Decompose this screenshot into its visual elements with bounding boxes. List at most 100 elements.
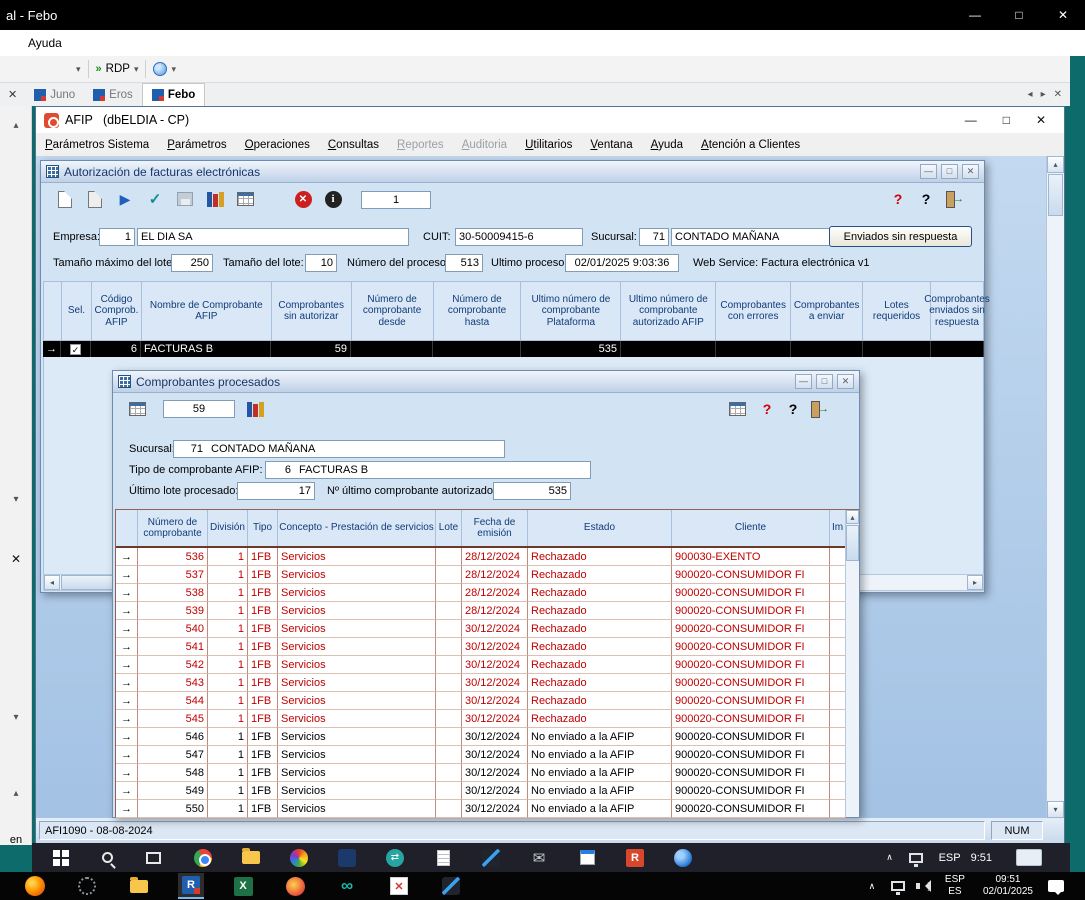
tamano-maximo-field[interactable]: 250 xyxy=(171,254,213,272)
proc-grid-row[interactable]: →55011FBServicios30/12/2024No enviado a … xyxy=(116,800,846,818)
blue-app-icon[interactable] xyxy=(334,845,360,871)
context-help-icon[interactable]: ? xyxy=(755,397,779,421)
proc-grid-row[interactable]: →54611FBServicios30/12/2024No enviado a … xyxy=(116,728,846,746)
tab-juno[interactable]: Juno xyxy=(25,83,84,106)
firefox-icon[interactable] xyxy=(22,873,48,899)
ultimo-comprobante-field[interactable]: 535 xyxy=(493,482,571,500)
validate-icon[interactable]: ✓ xyxy=(143,187,167,211)
rdp-manager-icon[interactable]: R xyxy=(178,873,204,899)
rail-scroll-down-icon[interactable]: ▾ xyxy=(0,712,32,723)
sucursal-field[interactable]: 71 CONTADO MAÑANA xyxy=(173,440,505,458)
rail-scroll-up-icon[interactable]: ▴ xyxy=(0,120,32,131)
tab-febo[interactable]: Febo xyxy=(142,83,205,106)
scroll-left-icon[interactable]: ◂ xyxy=(44,575,60,590)
cuit-field[interactable]: 30-50009415-6 xyxy=(455,228,583,246)
proc-titlebar[interactable]: Comprobantes procesados — □ ✕ xyxy=(113,371,859,393)
pen-app-icon[interactable] xyxy=(438,873,464,899)
keyboard-language-indicator[interactable]: ESP ES xyxy=(945,874,965,898)
action-center-icon[interactable] xyxy=(1043,873,1069,899)
start-icon[interactable] xyxy=(48,845,74,871)
dropdown-caret-icon[interactable]: ▾ xyxy=(76,64,81,75)
volume-icon[interactable] xyxy=(911,873,937,899)
close-button[interactable]: ✕ xyxy=(962,164,979,179)
scroll-up-icon[interactable]: ▴ xyxy=(846,510,859,524)
menu-utilitarios[interactable]: Utilitarios xyxy=(516,139,581,151)
rdp-button-label[interactable]: RDP xyxy=(106,63,130,75)
menu-parametros[interactable]: Parámetros xyxy=(158,139,235,151)
minimize-button[interactable]: — xyxy=(920,164,937,179)
notification-panel-icon[interactable] xyxy=(1016,845,1042,871)
rdp-dropdown-icon[interactable]: ▾ xyxy=(134,64,139,75)
new-document-icon[interactable] xyxy=(53,187,77,211)
maximize-button[interactable]: □ xyxy=(1003,113,1010,127)
proc-grid-row[interactable]: →54311FBServicios30/12/2024Rechazado9000… xyxy=(116,674,846,692)
proc-grid-row[interactable]: →54411FBServicios30/12/2024Rechazado9000… xyxy=(116,692,846,710)
help-icon[interactable]: ? xyxy=(914,187,938,211)
tamano-lote-field[interactable]: 10 xyxy=(305,254,337,272)
empresa-name-field[interactable]: EL DIA SA xyxy=(137,228,409,246)
keyboard-language-indicator[interactable]: ESP xyxy=(939,852,961,864)
proc-grid-row[interactable]: →53711FBServicios28/12/2024Rechazado9000… xyxy=(116,566,846,584)
help-icon[interactable]: ? xyxy=(781,397,805,421)
mdi-vertical-scrollbar[interactable]: ▴ ▾ xyxy=(1046,156,1064,818)
proc-grid-row[interactable]: →54011FBServicios30/12/2024Rechazado9000… xyxy=(116,620,846,638)
task-view-icon[interactable] xyxy=(140,845,166,871)
excel-icon[interactable]: X xyxy=(230,873,256,899)
menu-item-ayuda[interactable]: Ayuda xyxy=(18,36,72,50)
rdp-app-icon[interactable]: R xyxy=(622,845,648,871)
proc-grid-row[interactable]: →54911FBServicios30/12/2024No enviado a … xyxy=(116,782,846,800)
rail-scroll-up-icon[interactable]: ▴ xyxy=(0,788,32,799)
enviados-sin-respuesta-button[interactable]: Enviados sin respuesta xyxy=(829,226,972,247)
sync-app-icon[interactable]: ⇄ xyxy=(382,845,408,871)
clock[interactable]: 09:51 02/01/2025 xyxy=(983,874,1033,898)
proc-grid-row[interactable]: →54711FBServicios30/12/2024No enviado a … xyxy=(116,746,846,764)
photos-icon[interactable] xyxy=(286,845,312,871)
exit-icon[interactable]: → xyxy=(807,397,831,421)
minimize-button[interactable]: — xyxy=(953,0,997,30)
proc-grid-row[interactable]: →53911FBServicios28/12/2024Rechazado9000… xyxy=(116,602,846,620)
display-icon[interactable] xyxy=(885,873,911,899)
run-process-icon[interactable]: ▶ xyxy=(113,187,137,211)
scroll-down-icon[interactable]: ▾ xyxy=(1047,801,1064,818)
rail-language-label[interactable]: en xyxy=(0,834,32,846)
file-explorer-icon[interactable] xyxy=(238,845,264,871)
save-icon[interactable] xyxy=(173,187,197,211)
maximize-button[interactable]: □ xyxy=(941,164,958,179)
tray-chevron-up-icon[interactable]: ∧ xyxy=(859,873,885,899)
menu-parametros-sistema[interactable]: Parámetros Sistema xyxy=(36,139,158,151)
export-grid-icon[interactable] xyxy=(125,397,149,421)
numero-proceso-field[interactable]: 513 xyxy=(445,254,483,272)
sucursal-number-field[interactable]: 71 xyxy=(639,228,669,246)
file-explorer-icon[interactable] xyxy=(126,873,152,899)
minimize-button[interactable]: — xyxy=(965,113,977,127)
scroll-right-icon[interactable]: ▸ xyxy=(967,575,983,590)
chrome-icon[interactable] xyxy=(190,845,216,871)
search-icon[interactable] xyxy=(94,845,120,871)
selected-checkbox[interactable]: ✓ xyxy=(61,341,91,357)
maximize-button[interactable]: □ xyxy=(816,374,833,389)
display-icon[interactable] xyxy=(903,845,929,871)
notepad-icon[interactable] xyxy=(430,845,456,871)
infinity-app-icon[interactable]: ∞ xyxy=(334,873,360,899)
tray-chevron-up-icon[interactable]: ∧ xyxy=(877,845,903,871)
tools-icon[interactable] xyxy=(74,873,100,899)
properties-icon[interactable] xyxy=(83,187,107,211)
scroll-up-icon[interactable]: ▴ xyxy=(1047,156,1064,173)
tab-close-icon[interactable]: ✕ xyxy=(1054,89,1062,100)
browser-icon[interactable] xyxy=(670,845,696,871)
menu-atencion-clientes[interactable]: Atención a Clientes xyxy=(692,139,809,151)
close-panel-icon[interactable]: ✕ xyxy=(8,88,17,101)
pen-app-icon[interactable] xyxy=(478,845,504,871)
tipo-comprobante-field[interactable]: 6 FACTURAS B xyxy=(265,461,591,479)
menu-operaciones[interactable]: Operaciones xyxy=(236,139,319,151)
mail-icon[interactable]: ✉ xyxy=(526,845,552,871)
proc-vertical-scrollbar[interactable]: ▴ xyxy=(845,510,859,817)
proc-grid-row[interactable]: →54511FBServicios30/12/2024Rechazado9000… xyxy=(116,710,846,728)
exit-icon[interactable]: → xyxy=(942,187,966,211)
clock[interactable]: 9:51 xyxy=(971,852,992,864)
proc-grid-row[interactable]: →53811FBServicios28/12/2024Rechazado9000… xyxy=(116,584,846,602)
close-button[interactable]: ✕ xyxy=(1036,113,1046,127)
tab-scroll-right-icon[interactable]: ▸ xyxy=(1041,89,1046,100)
info-icon[interactable]: i xyxy=(321,187,345,211)
empresa-number-field[interactable]: 1 xyxy=(99,228,135,246)
